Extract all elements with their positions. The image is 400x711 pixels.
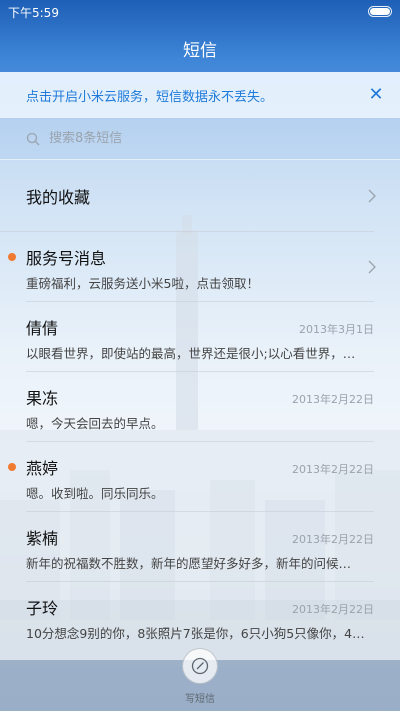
page-title: 短信 <box>183 40 217 61</box>
unread-dot <box>8 463 16 471</box>
unread-dot <box>8 253 16 261</box>
search-bar[interactable] <box>0 118 400 160</box>
list-item[interactable]: 倩倩 2013年3月1日 以眼看世界，即使站的最高，世界还是很小;以心看世界，… <box>26 302 374 372</box>
message-preview: 新年的祝福数不胜数，新年的愿望好多好多，新年的问候… <box>26 556 352 571</box>
message-date: 2013年2月22日 <box>292 603 374 616</box>
message-sender: 服务号消息 <box>26 249 107 268</box>
message-sender: 果冻 <box>26 389 59 408</box>
compose-button[interactable] <box>182 648 218 684</box>
status-time: 下午5:59 <box>8 6 59 20</box>
list-item[interactable]: 果冻 2013年2月22日 嗯，今天会回去的早点。 <box>26 372 374 442</box>
list-item[interactable]: 子玲 2013年2月22日 10分想念9别的你，8张照片7张是你，6只小狗5只像… <box>26 582 374 652</box>
message-sender: 倩倩 <box>26 319 59 338</box>
message-preview: 重磅福利，云服务送小米5啦，点击领取！ <box>26 276 259 291</box>
compose-label: 写短信 <box>185 694 215 705</box>
message-sender: 子玲 <box>26 599 59 618</box>
message-date: 2013年2月22日 <box>292 393 374 406</box>
cloud-service-banner[interactable]: 点击开启小米云服务，短信数据永不丢失。 ✕ <box>0 72 400 118</box>
compose-area: 写短信 <box>0 648 400 711</box>
message-sender: 燕婷 <box>26 459 59 478</box>
message-date: 2013年2月22日 <box>292 463 374 476</box>
status-bar: 下午5:59 <box>0 0 400 24</box>
favorites-label: 我的收藏 <box>26 187 91 207</box>
message-preview: 10分想念9别的你，8张照片7张是你，6只小狗5只像你，4… <box>26 626 365 641</box>
message-preview: 以眼看世界，即使站的最高，世界还是很小;以心看世界，… <box>26 346 356 361</box>
chevron-right-icon <box>368 189 376 202</box>
title-bar: 短信 <box>0 24 400 72</box>
message-preview: 嗯，今天会回去的早点。 <box>26 416 164 431</box>
message-preview: 嗯。收到啦。同乐同乐。 <box>26 486 164 501</box>
message-date: 2013年2月22日 <box>292 533 374 546</box>
close-icon[interactable]: ✕ <box>366 85 386 105</box>
message-list: 我的收藏 服务号消息 重磅福利，云服务送小米5啦，点击领取！ 倩倩 2013年3… <box>0 160 400 660</box>
list-item[interactable]: 服务号消息 重磅福利，云服务送小米5啦，点击领取！ <box>8 232 376 302</box>
banner-text: 点击开启小米云服务，短信数据永不丢失。 <box>26 89 274 105</box>
search-icon <box>26 132 40 145</box>
favorites-row[interactable]: 我的收藏 <box>0 160 376 232</box>
list-item[interactable]: 燕婷 2013年2月22日 嗯。收到啦。同乐同乐。 <box>8 442 374 512</box>
list-item[interactable]: 紫楠 2013年2月22日 新年的祝福数不胜数，新年的愿望好多好多，新年的问候… <box>26 512 374 582</box>
message-sender: 紫楠 <box>26 529 59 548</box>
battery-icon <box>368 6 392 17</box>
compose-icon <box>191 657 209 675</box>
search-input[interactable] <box>49 131 349 146</box>
message-date: 2013年3月1日 <box>299 323 374 336</box>
